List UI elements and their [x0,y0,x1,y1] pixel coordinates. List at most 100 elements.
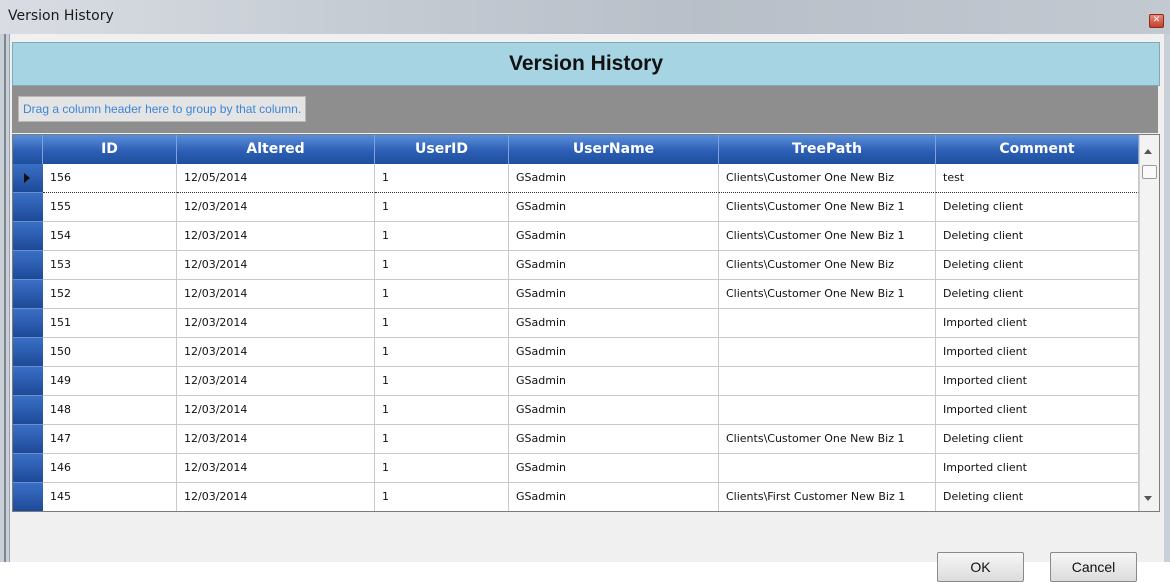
title-bar[interactable]: Version History ✕ [0,0,1170,34]
cell-comment[interactable]: Deleting client [936,251,1139,280]
cell-userid[interactable]: 1 [375,367,509,396]
cell-treepath[interactable]: Clients\First Customer New Biz 1 [719,483,936,511]
cell-id[interactable]: 153 [43,251,177,280]
table-row[interactable]: 146 12/03/2014 1 GSadmin Imported client [13,454,1139,483]
cell-username[interactable]: GSadmin [509,251,719,280]
cell-id[interactable]: 149 [43,367,177,396]
cell-altered[interactable]: 12/03/2014 [177,367,375,396]
group-by-panel[interactable]: Drag a column header here to group by th… [12,86,1158,133]
cell-altered[interactable]: 12/03/2014 [177,309,375,338]
table-row[interactable]: 153 12/03/2014 1 GSadmin Clients\Customer On… [13,251,1139,280]
cell-username[interactable]: GSadmin [509,338,719,367]
cell-comment[interactable]: Deleting client [936,222,1139,251]
cell-username[interactable]: GSadmin [509,222,719,251]
row-indicator[interactable] [13,483,43,511]
cell-comment[interactable]: Deleting client [936,280,1139,309]
cell-username[interactable]: GSadmin [509,367,719,396]
cell-treepath[interactable] [719,338,936,367]
cell-altered[interactable]: 12/03/2014 [177,280,375,309]
cell-id[interactable]: 152 [43,280,177,309]
row-indicator[interactable] [13,164,43,193]
cell-altered[interactable]: 12/03/2014 [177,222,375,251]
cell-username[interactable]: GSadmin [509,193,719,222]
cell-userid[interactable]: 1 [375,309,509,338]
cell-username[interactable]: GSadmin [509,280,719,309]
scroll-thumb[interactable] [1142,165,1157,179]
row-indicator[interactable] [13,396,43,425]
cell-id[interactable]: 154 [43,222,177,251]
cell-altered[interactable]: 12/03/2014 [177,425,375,454]
cell-id[interactable]: 156 [43,164,177,193]
table-row[interactable]: 155 12/03/2014 1 GSadmin Clients\Customer On… [13,193,1139,222]
column-header-userid[interactable]: UserID [375,135,509,164]
cell-username[interactable]: GSadmin [509,164,719,193]
cell-treepath[interactable]: Clients\Customer One New Biz 1 [719,222,936,251]
cell-altered[interactable]: 12/03/2014 [177,483,375,511]
cell-altered[interactable]: 12/03/2014 [177,338,375,367]
ok-button[interactable]: OK [937,552,1024,582]
cell-comment[interactable]: Imported client [936,338,1139,367]
cancel-button[interactable]: Cancel [1050,552,1137,582]
cell-id[interactable]: 147 [43,425,177,454]
cell-comment[interactable]: Deleting client [936,425,1139,454]
cell-altered[interactable]: 12/03/2014 [177,193,375,222]
cell-comment[interactable]: Deleting client [936,483,1139,511]
cell-id[interactable]: 148 [43,396,177,425]
cell-treepath[interactable] [719,309,936,338]
row-indicator[interactable] [13,425,43,454]
table-row[interactable]: 147 12/03/2014 1 GSadmin Clients\Customer On… [13,425,1139,454]
cell-comment[interactable]: Deleting client [936,193,1139,222]
cell-comment[interactable]: Imported client [936,309,1139,338]
cell-treepath[interactable]: Clients\Customer One New Biz 1 [719,280,936,309]
cell-userid[interactable]: 1 [375,193,509,222]
cell-altered[interactable]: 12/05/2014 [177,164,375,193]
cell-treepath[interactable] [719,454,936,483]
cell-userid[interactable]: 1 [375,425,509,454]
table-row[interactable]: 150 12/03/2014 1 GSadmin Imported client [13,338,1139,367]
cell-userid[interactable]: 1 [375,164,509,193]
cell-userid[interactable]: 1 [375,338,509,367]
row-indicator[interactable] [13,454,43,483]
scroll-up-icon[interactable] [1144,149,1152,154]
cell-comment[interactable]: Imported client [936,367,1139,396]
table-row[interactable]: 149 12/03/2014 1 GSadmin Imported client [13,367,1139,396]
row-indicator[interactable] [13,367,43,396]
row-indicator[interactable] [13,193,43,222]
cell-username[interactable]: GSadmin [509,483,719,511]
row-indicator[interactable] [13,309,43,338]
cell-userid[interactable]: 1 [375,396,509,425]
cell-altered[interactable]: 12/03/2014 [177,396,375,425]
table-row[interactable]: 152 12/03/2014 1 GSadmin Clients\Customer On… [13,280,1139,309]
column-header-username[interactable]: UserName [509,135,719,164]
column-header-id[interactable]: ID [43,135,177,164]
cell-username[interactable]: GSadmin [509,396,719,425]
cell-treepath[interactable]: Clients\Customer One New Biz 1 [719,425,936,454]
cell-altered[interactable]: 12/03/2014 [177,454,375,483]
column-header-treepath[interactable]: TreePath [719,135,936,164]
cell-userid[interactable]: 1 [375,280,509,309]
table-row[interactable]: 148 12/03/2014 1 GSadmin Imported client [13,396,1139,425]
cell-userid[interactable]: 1 [375,454,509,483]
cell-id[interactable]: 151 [43,309,177,338]
cell-id[interactable]: 145 [43,483,177,511]
cell-treepath[interactable]: Clients\Customer One New Biz 1 [719,193,936,222]
column-header-altered[interactable]: Altered [177,135,375,164]
cell-treepath[interactable]: Clients\Customer One New Biz [719,251,936,280]
cell-treepath[interactable] [719,396,936,425]
cell-userid[interactable]: 1 [375,222,509,251]
close-icon[interactable]: ✕ [1149,14,1164,28]
table-row[interactable]: 151 12/03/2014 1 GSadmin Imported client [13,309,1139,338]
cell-treepath[interactable] [719,367,936,396]
table-row[interactable]: 156 12/05/2014 1 GSadmin Clients\Customer On… [13,164,1139,193]
cell-username[interactable]: GSadmin [509,454,719,483]
vertical-scrollbar[interactable] [1139,135,1159,511]
table-row[interactable]: 154 12/03/2014 1 GSadmin Clients\Customer On… [13,222,1139,251]
column-header-comment[interactable]: Comment [936,135,1139,164]
row-indicator[interactable] [13,338,43,367]
cell-comment[interactable]: Imported client [936,396,1139,425]
cell-username[interactable]: GSadmin [509,309,719,338]
row-indicator[interactable] [13,222,43,251]
cell-id[interactable]: 155 [43,193,177,222]
row-indicator[interactable] [13,251,43,280]
cell-username[interactable]: GSadmin [509,425,719,454]
